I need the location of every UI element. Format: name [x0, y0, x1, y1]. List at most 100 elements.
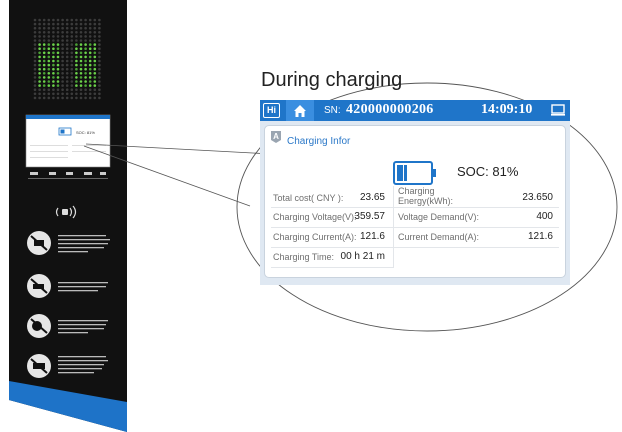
led-dot: [88, 55, 92, 59]
voltage-demand-label: Voltage Demand(V):: [398, 212, 480, 222]
led-dot: [65, 67, 69, 71]
led-dot: [42, 39, 46, 42]
led-dot: [98, 88, 101, 91]
led-dot: [52, 96, 55, 100]
led-dot: [88, 88, 92, 91]
led-dot: [47, 18, 51, 22]
led-dot: [84, 43, 87, 46]
led-dot: [61, 59, 64, 63]
led-dot: [61, 35, 64, 38]
led-dot: [79, 51, 83, 55]
led-dot: [88, 63, 92, 67]
led-dot: [98, 80, 101, 83]
led-dot: [33, 59, 37, 63]
led-dot: [88, 80, 92, 83]
led-dot: [33, 80, 37, 83]
led-dot: [70, 31, 74, 34]
led-dot: [56, 88, 60, 91]
led-dot: [93, 31, 97, 34]
led-dot: [88, 35, 92, 38]
led-dot: [61, 76, 64, 79]
led-dot: [56, 72, 60, 75]
led-dot: [93, 88, 97, 91]
led-dot: [75, 88, 78, 91]
led-dot: [42, 26, 46, 30]
led-dot: [42, 59, 46, 63]
led-dot: [79, 31, 83, 34]
led-dot: [56, 39, 60, 42]
led-dot: [47, 22, 51, 26]
led-dot: [56, 76, 60, 79]
led-dot: [42, 72, 46, 75]
led-dot: [56, 67, 60, 71]
led-dot: [65, 92, 69, 96]
led-dot: [70, 84, 74, 87]
led-dot: [84, 92, 87, 96]
led-dot: [52, 35, 55, 38]
led-dot: [65, 96, 69, 100]
a-badge-letter: A: [273, 132, 279, 141]
led-dot: [75, 39, 78, 42]
led-dot: [47, 76, 51, 79]
led-dot: [33, 72, 37, 75]
led-dot: [47, 43, 51, 46]
led-dot: [47, 92, 51, 96]
led-dot: [70, 67, 74, 71]
led-dot: [93, 55, 97, 59]
led-dot: [33, 43, 37, 46]
led-dot: [98, 26, 101, 30]
led-dot: [98, 31, 101, 34]
led-dot: [42, 76, 46, 79]
led-dot: [79, 80, 83, 83]
led-dot: [38, 59, 41, 63]
led-dot: [88, 67, 92, 71]
led-dot: [33, 35, 37, 38]
led-dot: [38, 22, 41, 26]
led-dot: [61, 80, 64, 83]
led-dot: [70, 35, 74, 38]
led-dot: [47, 96, 51, 100]
led-dot: [88, 51, 92, 55]
led-dot: [88, 59, 92, 63]
led-dot: [38, 92, 41, 96]
monitor-icon[interactable]: [551, 104, 565, 116]
clock: 14:09:10: [481, 102, 533, 117]
led-dot: [88, 31, 92, 34]
led-dot: [84, 59, 87, 63]
led-dot: [75, 31, 78, 34]
led-dot: [98, 76, 101, 79]
charging-time-value: 00 h 21 m: [340, 251, 385, 262]
led-dot: [93, 76, 97, 79]
led-dot: [42, 84, 46, 87]
led-dot: [84, 31, 87, 34]
led-dot: [98, 39, 101, 42]
led-dot: [98, 18, 101, 22]
led-dot: [70, 26, 74, 30]
led-dot: [42, 31, 46, 34]
led-dot: [79, 67, 83, 71]
led-dot: [75, 76, 78, 79]
led-dot: [75, 18, 78, 22]
led-dot: [38, 47, 41, 50]
led-dot: [38, 39, 41, 42]
led-dot: [88, 18, 92, 22]
led-dot: [42, 88, 46, 91]
led-dot: [88, 96, 92, 100]
led-dot: [56, 26, 60, 30]
led-dot: [65, 55, 69, 59]
led-dot: [93, 51, 97, 55]
led-dot: [52, 47, 55, 50]
led-dot: [38, 26, 41, 30]
led-dot: [52, 63, 55, 67]
led-dot: [38, 76, 41, 79]
led-dot: [33, 63, 37, 67]
led-dot: [61, 22, 64, 26]
led-dot: [38, 18, 41, 22]
led-dot: [70, 96, 74, 100]
led-dot: [42, 47, 46, 50]
led-dot: [42, 22, 46, 26]
led-dot: [75, 92, 78, 96]
led-dot: [56, 59, 60, 63]
led-dot: [61, 31, 64, 34]
home-button[interactable]: [286, 100, 314, 121]
